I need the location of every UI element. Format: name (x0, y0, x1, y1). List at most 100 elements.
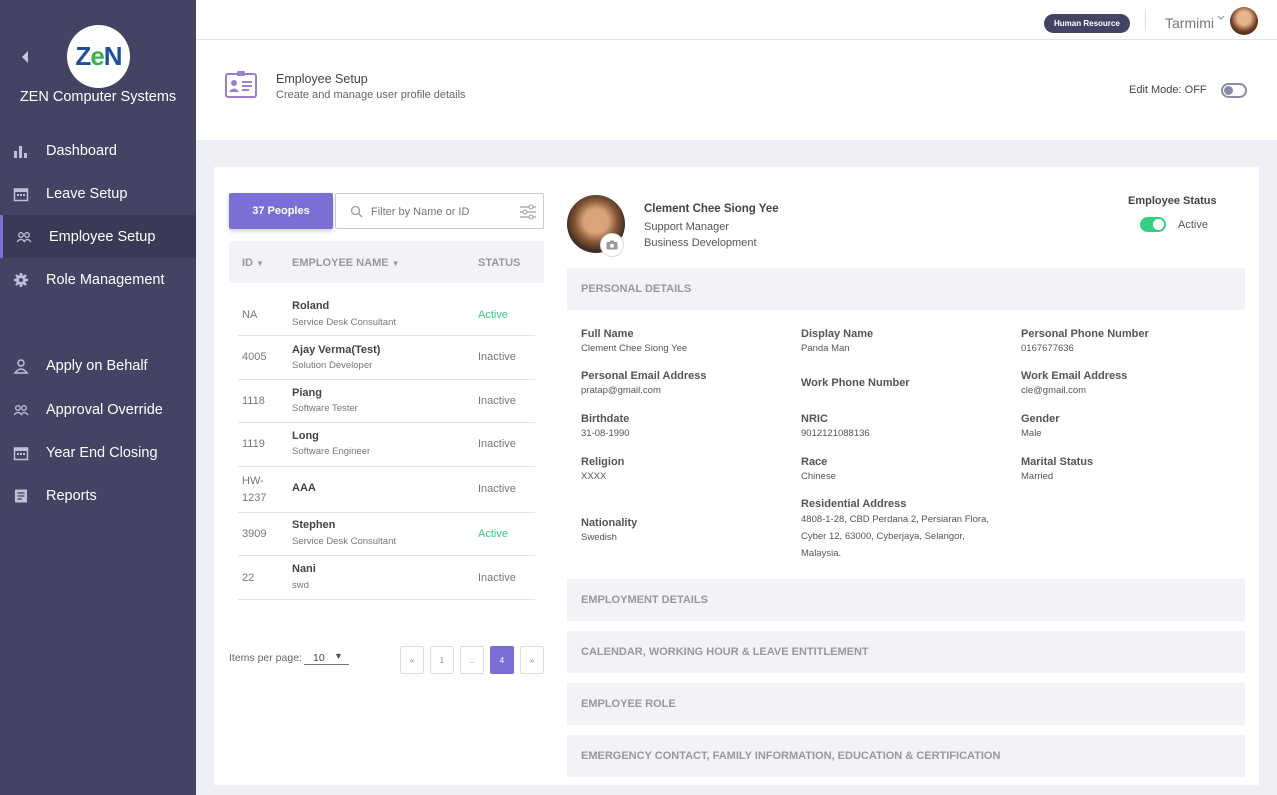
company-logo: ZeN (67, 25, 130, 88)
sidebar: ZeN ZEN Computer Systems Dashboard Leave… (0, 0, 196, 795)
page-ellipsis[interactable]: .. (460, 646, 484, 674)
divider (1145, 9, 1146, 31)
employee-status-label: Employee Status (1128, 195, 1217, 207)
page-header: Employee Setup Create and manage user pr… (196, 40, 1277, 140)
avatar[interactable] (1230, 7, 1258, 35)
row-role: Service Desk Consultant (292, 317, 397, 328)
column-status: STATUS (478, 257, 521, 269)
collapse-arrow-icon[interactable] (20, 50, 34, 66)
sidebar-item-year-end-closing[interactable]: Year End Closing (0, 431, 196, 474)
search-input[interactable] (371, 203, 511, 221)
row-status: Inactive (478, 572, 516, 584)
field-nationality: Nationality Swedish (581, 517, 638, 543)
sidebar-item-employee-setup[interactable]: Employee Setup (0, 215, 196, 258)
table-row[interactable]: 22 Nani swd Inactive (238, 556, 535, 600)
edit-mode-label: Edit Mode: OFF (1129, 84, 1207, 96)
employee-department: Business Development (644, 237, 757, 249)
top-bar: Human Resource Tarmimi (196, 0, 1277, 40)
user-icon (13, 358, 29, 374)
role-badge[interactable]: Human Resource (1044, 14, 1130, 33)
items-per-page-select[interactable]: 10 ▼ (304, 649, 349, 665)
row-status: Inactive (478, 438, 516, 450)
filter-sliders-icon[interactable] (519, 203, 537, 221)
toggle-knob (1153, 219, 1164, 230)
chevron-down-icon[interactable] (1217, 13, 1225, 23)
table-row[interactable]: 4005 Ajay Verma(Test) Solution Developer… (238, 336, 535, 380)
table-row[interactable]: 1118 Piang Software Tester Inactive (238, 380, 535, 423)
items-per-page-value: 10 (313, 652, 325, 664)
sidebar-item-label: Reports (46, 487, 97, 504)
row-id: 3909 (242, 528, 267, 540)
page-first-button[interactable]: « (400, 646, 424, 674)
field-birthdate: Birthdate 31-08-1990 (581, 413, 630, 439)
row-name: Nani (292, 563, 316, 575)
row-name: Ajay Verma(Test) (292, 344, 381, 356)
sidebar-item-role-management[interactable]: Role Management (0, 258, 196, 301)
row-role: swd (292, 580, 309, 591)
field-display-name: Display Name Panda Man (801, 328, 874, 354)
table-header: ID ▼ EMPLOYEE NAME ▼ STATUS (229, 241, 544, 283)
section-personal-details[interactable]: PERSONAL DETAILS (567, 268, 1245, 310)
row-name: Roland (292, 300, 330, 312)
search-box (335, 193, 544, 229)
row-name: Piang (292, 387, 322, 399)
section-employee-role[interactable]: EMPLOYEE ROLE (567, 683, 1245, 725)
row-role: Solution Developer (292, 360, 373, 371)
section-emergency-contact[interactable]: EMERGENCY CONTACT, FAMILY INFORMATION, E… (567, 735, 1245, 777)
page-last-button[interactable]: » (520, 646, 544, 674)
section-calendar-leave[interactable]: CALENDAR, WORKING HOUR & LEAVE ENTITLEME… (567, 631, 1245, 673)
row-id: HW-1237 (242, 475, 267, 504)
row-name: AAA (292, 482, 316, 494)
page-4-button[interactable]: 4 (490, 646, 514, 674)
column-id[interactable]: ID ▼ (242, 257, 264, 269)
field-residential-address: Residential Address 4808-1-28, CBD Perda… (801, 498, 989, 559)
sidebar-item-label: Leave Setup (46, 185, 128, 202)
employee-job-title: Support Manager (644, 221, 729, 233)
bar-chart-icon (13, 143, 29, 159)
camera-icon[interactable] (600, 233, 624, 257)
employee-status-toggle[interactable] (1140, 217, 1166, 232)
table-row[interactable]: HW-1237 AAA Inactive (238, 467, 535, 513)
calendar-icon (13, 445, 29, 461)
sidebar-item-approval-override[interactable]: Approval Override (0, 388, 196, 431)
row-role: Software Engineer (292, 446, 371, 457)
section-employment-details[interactable]: EMPLOYMENT DETAILS (567, 579, 1245, 621)
id-card-icon (225, 71, 257, 99)
sidebar-item-apply-on-behalf[interactable]: Apply on Behalf (0, 344, 196, 387)
field-full-name: Full Name Clement Chee Siong Yee (581, 328, 688, 354)
row-id: 22 (242, 572, 255, 584)
row-name: Long (292, 430, 319, 442)
employee-status-value: Active (1178, 219, 1208, 231)
calendar-icon (13, 186, 29, 202)
sidebar-item-dashboard[interactable]: Dashboard (0, 129, 196, 172)
sidebar-item-leave-setup[interactable]: Leave Setup (0, 172, 196, 215)
edit-mode-toggle[interactable] (1221, 83, 1247, 98)
toggle-knob (1224, 86, 1233, 95)
caret-down-icon: ▼ (334, 651, 343, 661)
sidebar-item-label: Apply on Behalf (46, 357, 148, 374)
row-id: 4005 (242, 351, 267, 363)
company-name: ZEN Computer Systems (19, 89, 177, 105)
page-subtitle: Create and manage user profile details (276, 89, 466, 101)
sidebar-item-reports[interactable]: Reports (0, 474, 196, 517)
sidebar-item-label: Role Management (46, 271, 165, 288)
people-count-button[interactable]: 37 Peoples (229, 193, 333, 229)
table-row[interactable]: NA Roland Service Desk Consultant Active (238, 292, 535, 336)
column-employee-name[interactable]: EMPLOYEE NAME ▼ (292, 257, 400, 269)
main-card: 37 Peoples ID ▼ EMPLOYEE NAME ▼ STATUS N… (214, 167, 1259, 785)
users-icon (16, 229, 32, 245)
sidebar-item-label: Year End Closing (46, 444, 158, 461)
employee-name: Clement Chee Siong Yee (644, 203, 779, 215)
row-status: Active (478, 309, 508, 321)
row-id: 1119 (242, 438, 265, 450)
table-row[interactable]: 1119 Long Software Engineer Inactive (238, 423, 535, 467)
page-1-button[interactable]: 1 (430, 646, 454, 674)
field-marital-status: Marital Status Married (1021, 456, 1094, 482)
report-icon (13, 488, 29, 504)
table-row[interactable]: 3909 Stephen Service Desk Consultant Act… (238, 513, 535, 556)
sidebar-item-label: Employee Setup (49, 228, 156, 245)
row-role: Software Tester (292, 403, 358, 414)
row-status: Inactive (478, 483, 516, 495)
username[interactable]: Tarmimi (1165, 15, 1214, 31)
row-name: Stephen (292, 519, 336, 531)
